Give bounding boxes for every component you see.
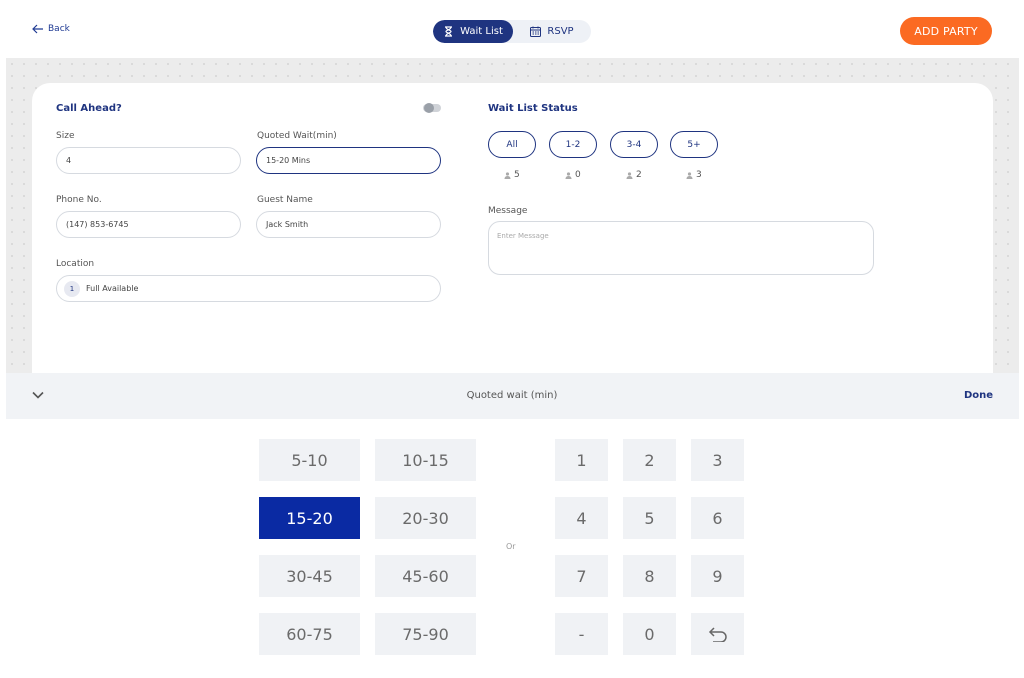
back-label: Back (48, 24, 70, 34)
message-input[interactable]: Enter Message (488, 221, 874, 275)
digit-key-3[interactable]: 3 (691, 439, 744, 481)
back-button[interactable]: Back (32, 24, 70, 34)
done-button[interactable]: Done (964, 390, 993, 401)
tab-wait-list[interactable]: Wait List (433, 20, 513, 43)
person-icon (686, 171, 693, 179)
phone-value: (147) 853-6745 (66, 220, 129, 229)
location-field[interactable]: 1 Full Available (56, 275, 441, 302)
filter-all-button[interactable]: All (488, 131, 536, 158)
view-switcher: Wait List RSVP (433, 20, 591, 43)
calendar-icon (530, 26, 542, 37)
add-party-button[interactable]: ADD PARTY (900, 17, 992, 45)
call-ahead-toggle[interactable] (423, 103, 441, 113)
count-1-2-value: 0 (575, 170, 581, 180)
count-5-plus-value: 3 (696, 170, 702, 180)
top-bar: Back Wait List RSVP ADD PARTY (0, 0, 1024, 58)
message-label: Message (488, 206, 528, 216)
digit-key-9[interactable]: 9 (691, 555, 744, 597)
digit-key-8[interactable]: 8 (623, 555, 676, 597)
wait-list-status-title: Wait List Status (488, 103, 578, 114)
location-label: Location (56, 259, 95, 269)
digit-key-6[interactable]: 6 (691, 497, 744, 539)
filter-3-4-button[interactable]: 3-4 (610, 131, 658, 158)
person-icon (504, 171, 511, 179)
guest-name-value: Jack Smith (266, 220, 309, 229)
digit-key-7[interactable]: 7 (555, 555, 608, 597)
tab-rsvp-label: RSVP (547, 26, 574, 37)
range-key-15-20[interactable]: 15-20 (259, 497, 360, 539)
guest-name-field[interactable]: Jack Smith (256, 211, 441, 238)
hourglass-icon (445, 26, 453, 37)
size-label: Size (56, 131, 75, 141)
range-key-5-10[interactable]: 5-10 (259, 439, 360, 481)
digit-key-4[interactable]: 4 (555, 497, 608, 539)
count-all-value: 5 (514, 170, 520, 180)
guest-name-label: Guest Name (257, 195, 313, 205)
digit-key-5[interactable]: 5 (623, 497, 676, 539)
range-key-75-90[interactable]: 75-90 (375, 613, 476, 655)
or-label: Or (506, 542, 516, 551)
count-all: 5 (504, 170, 520, 180)
undo-icon (708, 627, 727, 642)
phone-label: Phone No. (56, 195, 102, 205)
person-icon (565, 171, 572, 179)
location-value: Full Available (86, 284, 139, 293)
arrow-left-icon (32, 24, 43, 34)
quoted-wait-field[interactable]: 15-20 Mins (256, 147, 441, 174)
count-1-2: 0 (565, 170, 581, 180)
range-key-45-60[interactable]: 45-60 (375, 555, 476, 597)
phone-field[interactable]: (147) 853-6745 (56, 211, 241, 238)
dash-key[interactable]: - (555, 613, 608, 655)
digit-key-1[interactable]: 1 (555, 439, 608, 481)
range-key-60-75[interactable]: 60-75 (259, 613, 360, 655)
location-badge: 1 (64, 280, 80, 297)
filter-5-plus-button[interactable]: 5+ (670, 131, 718, 158)
message-placeholder: Enter Message (497, 232, 549, 240)
quoted-wait-value: 15-20 Mins (266, 156, 311, 165)
picker-title: Quoted wait (min) (466, 390, 558, 401)
quoted-wait-label: Quoted Wait(min) (257, 131, 337, 141)
digit-key-2[interactable]: 2 (623, 439, 676, 481)
range-key-10-15[interactable]: 10-15 (375, 439, 476, 481)
count-5-plus: 3 (686, 170, 702, 180)
tab-rsvp[interactable]: RSVP (513, 20, 591, 43)
count-3-4-value: 2 (636, 170, 642, 180)
person-icon (626, 171, 633, 179)
size-value: 4 (66, 156, 72, 165)
range-key-30-45[interactable]: 30-45 (259, 555, 360, 597)
range-key-20-30[interactable]: 20-30 (375, 497, 476, 539)
count-3-4: 2 (626, 170, 642, 180)
filter-1-2-button[interactable]: 1-2 (549, 131, 597, 158)
digit-key-0[interactable]: 0 (623, 613, 676, 655)
size-field[interactable]: 4 (56, 147, 241, 174)
backspace-key[interactable] (691, 613, 744, 655)
call-ahead-title: Call Ahead? (56, 103, 122, 114)
tab-wait-list-label: Wait List (460, 26, 503, 37)
